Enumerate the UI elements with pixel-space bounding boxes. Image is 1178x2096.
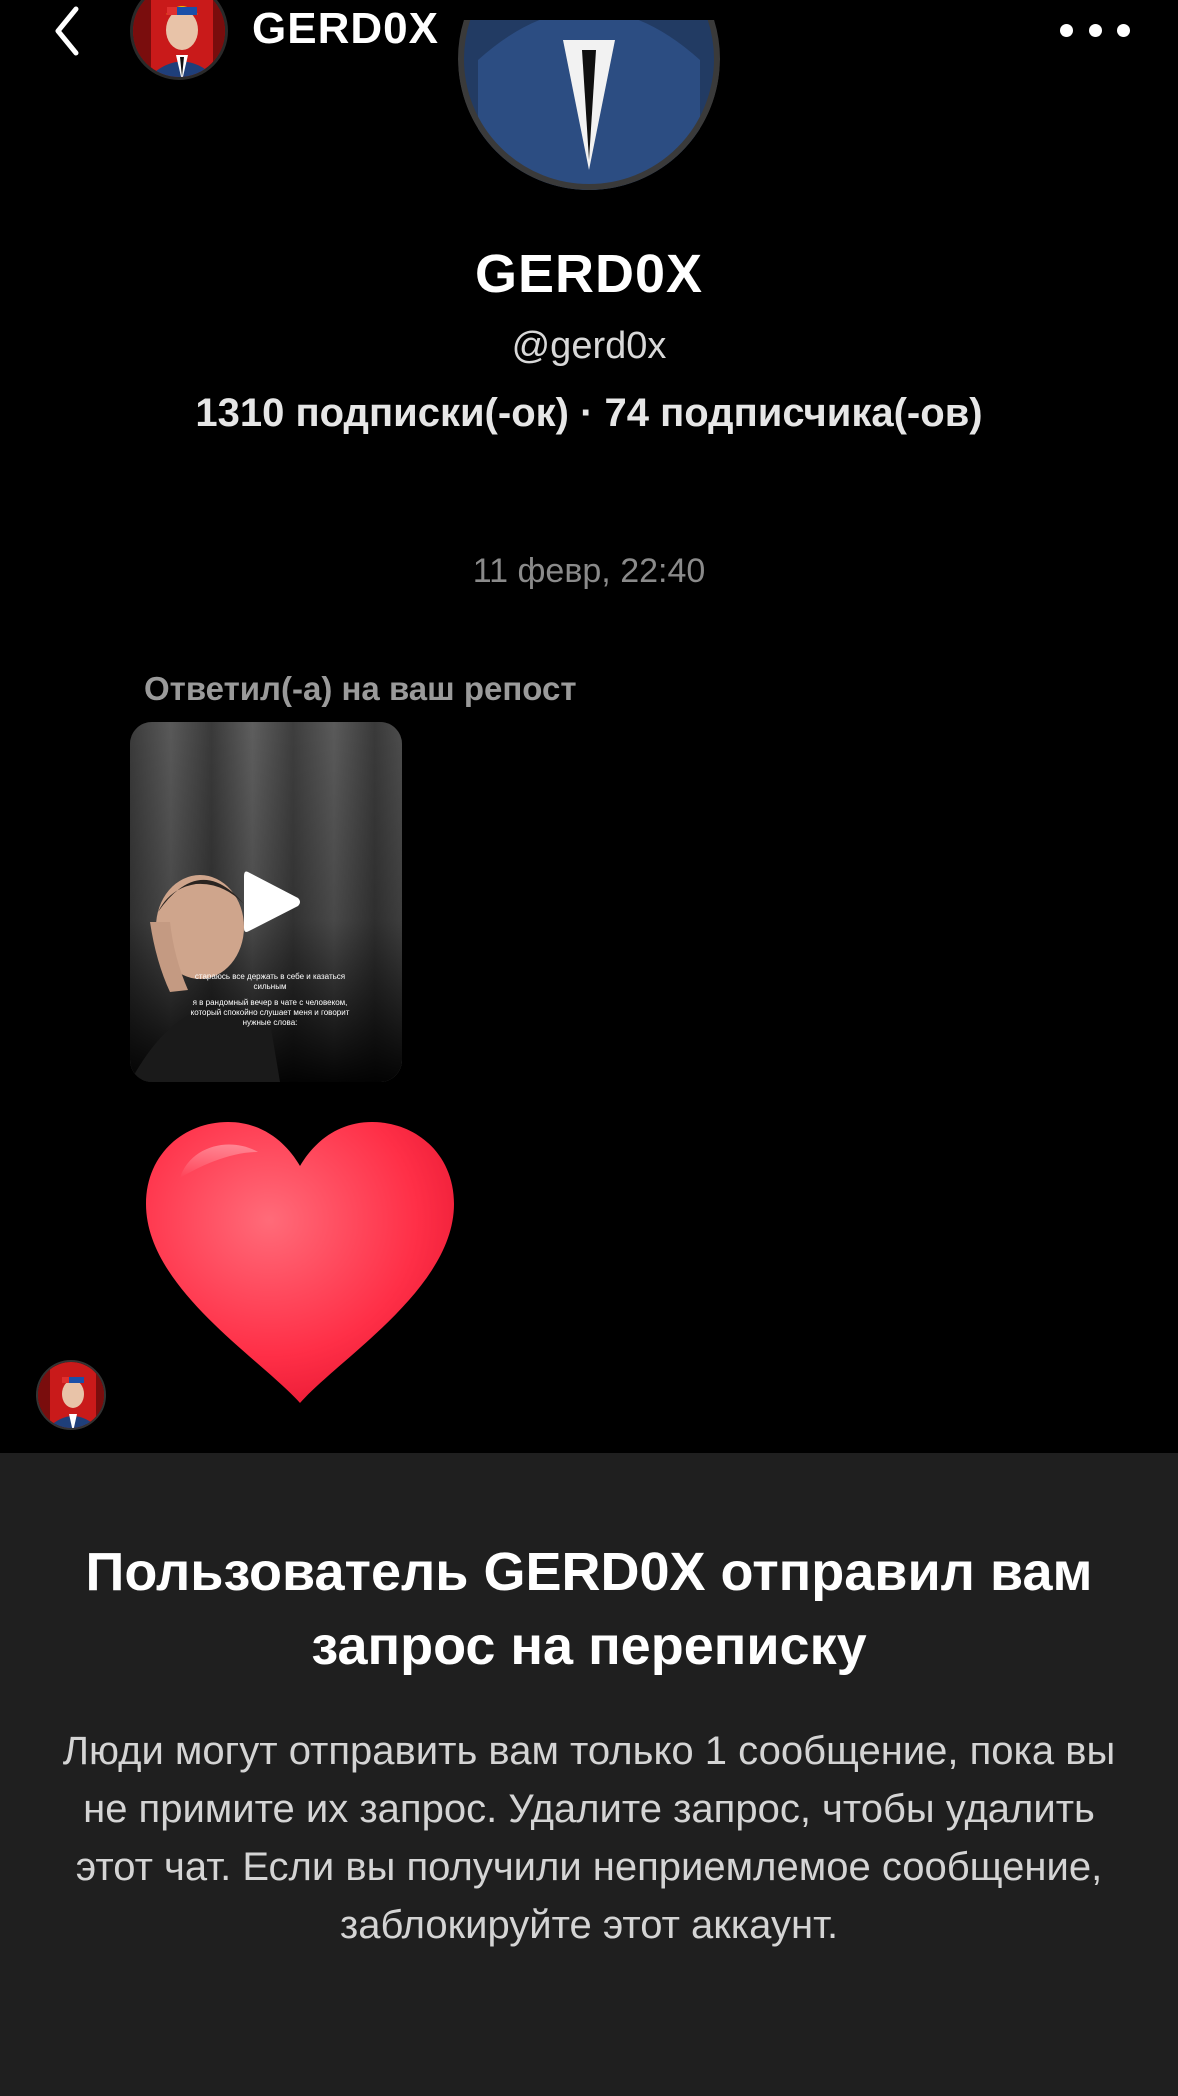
- profile-handle: @gerd0x: [511, 325, 667, 367]
- video-caption-line: я в рандомный вечер в чате с человеком, …: [190, 998, 350, 1027]
- header-username[interactable]: GERD0X: [252, 4, 439, 54]
- request-title: Пользователь GERD0X отправил вам запрос …: [85, 1542, 1093, 1676]
- header-avatar[interactable]: [130, 0, 228, 80]
- message-timestamp: 11 февр, 22:40: [472, 552, 706, 590]
- profile-stats: 1310 подписки(-ок) · 74 подписчика(-ов): [195, 391, 983, 435]
- chevron-left-icon: [55, 6, 79, 56]
- ellipsis-icon: [1060, 23, 1073, 37]
- heart-icon: [146, 1122, 454, 1403]
- profile-name: GERD0X: [474, 244, 704, 304]
- sender-avatar[interactable]: [36, 1360, 106, 1430]
- video-caption: стараюсь все держать в себе и казаться с…: [190, 972, 350, 1028]
- profile-avatar[interactable]: [458, 20, 720, 190]
- play-icon[interactable]: [242, 868, 302, 936]
- video-caption-line: стараюсь все держать в себе и казаться с…: [194, 972, 346, 991]
- more-options-button[interactable]: [1060, 10, 1130, 50]
- reply-label: Ответил(-а) на ваш репост: [144, 670, 577, 707]
- back-button[interactable]: [40, 0, 96, 62]
- request-description: Люди могут отправить вам только 1 сообще…: [62, 1729, 1116, 1947]
